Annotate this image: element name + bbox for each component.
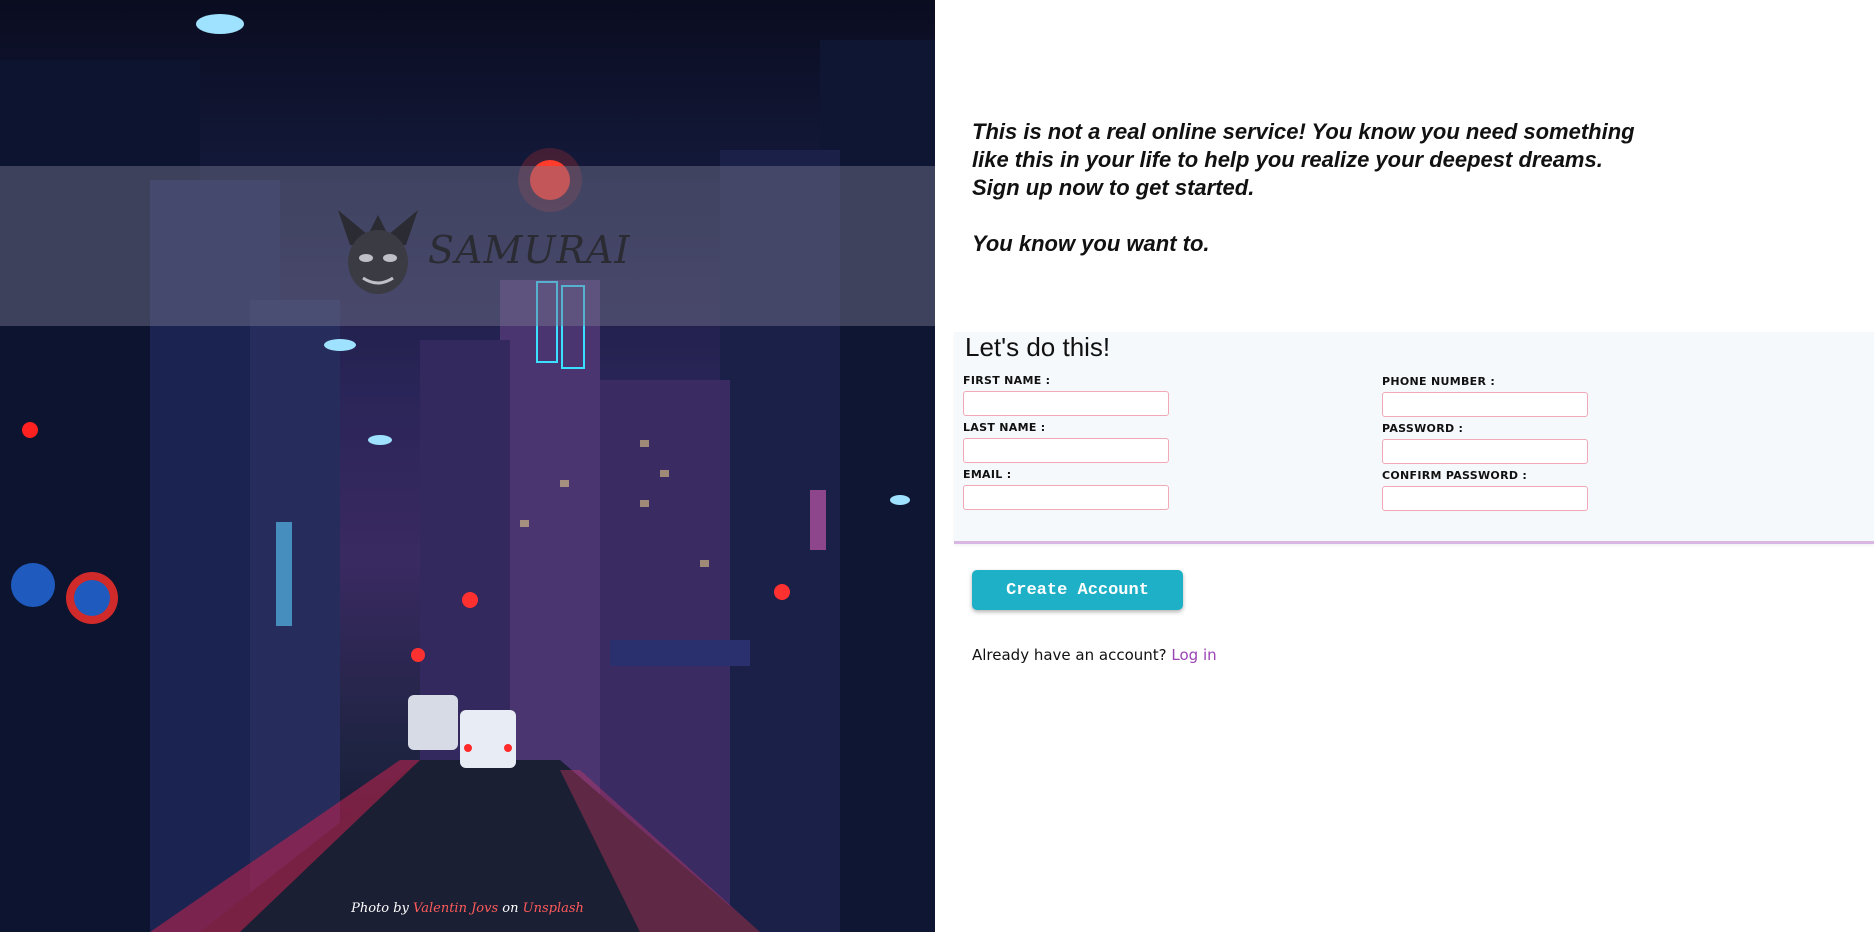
credit-middle: on bbox=[502, 901, 519, 916]
password-label: PASSWORD : bbox=[1382, 422, 1464, 435]
confirm-password-group: CONFIRM PASSWORD : bbox=[1382, 469, 1592, 511]
intro-text: This is not a real online service! You k… bbox=[972, 118, 1692, 258]
phone-input[interactable] bbox=[1382, 392, 1588, 417]
create-account-button[interactable]: Create Account bbox=[972, 570, 1183, 610]
email-input[interactable] bbox=[963, 485, 1169, 510]
intro-line-2: like this in your life to help you reali… bbox=[972, 147, 1603, 172]
phone-group: PHONE NUMBER : bbox=[1382, 375, 1592, 417]
last-name-input[interactable] bbox=[963, 438, 1169, 463]
password-input[interactable] bbox=[1382, 439, 1588, 464]
photo-credit: Photo by Valentin Jovs on Unsplash bbox=[0, 901, 935, 916]
login-prompt: Already have an account? Log in bbox=[972, 646, 1217, 664]
form-title: Let's do this! bbox=[965, 332, 1111, 362]
last-name-label: LAST NAME : bbox=[963, 421, 1046, 434]
credit-prefix: Photo by bbox=[351, 901, 409, 916]
phone-label: PHONE NUMBER : bbox=[1382, 375, 1496, 388]
password-group: PASSWORD : bbox=[1382, 422, 1592, 464]
email-group: EMAIL : bbox=[963, 468, 1173, 510]
samurai-logo: SAMURAI bbox=[328, 190, 631, 305]
login-link[interactable]: Log in bbox=[1171, 646, 1216, 664]
confirm-password-label: CONFIRM PASSWORD : bbox=[1382, 469, 1528, 482]
logo-wordmark: SAMURAI bbox=[428, 228, 631, 272]
signup-form: Let's do this! FIRST NAME : LAST NAME : … bbox=[954, 332, 1874, 544]
intro-line-3: Sign up now to get started. bbox=[972, 175, 1255, 200]
first-name-label: FIRST NAME : bbox=[963, 374, 1051, 387]
login-prompt-text: Already have an account? bbox=[972, 646, 1167, 664]
samurai-helmet-icon bbox=[338, 210, 418, 294]
confirm-password-input[interactable] bbox=[1382, 486, 1588, 511]
first-name-input[interactable] bbox=[963, 391, 1169, 416]
first-name-group: FIRST NAME : bbox=[963, 374, 1173, 416]
city-street-scene bbox=[0, 14, 935, 932]
hero-image: SAMURAI Photo by Valentin Jovs on Unspla… bbox=[0, 0, 935, 932]
intro-line-1: This is not a real online service! You k… bbox=[972, 119, 1635, 144]
email-label: EMAIL : bbox=[963, 468, 1012, 481]
intro-tagline: You know you want to. bbox=[972, 231, 1210, 256]
photographer-link[interactable]: Valentin Jovs bbox=[413, 901, 498, 916]
unsplash-link[interactable]: Unsplash bbox=[523, 901, 584, 916]
last-name-group: LAST NAME : bbox=[963, 421, 1173, 463]
